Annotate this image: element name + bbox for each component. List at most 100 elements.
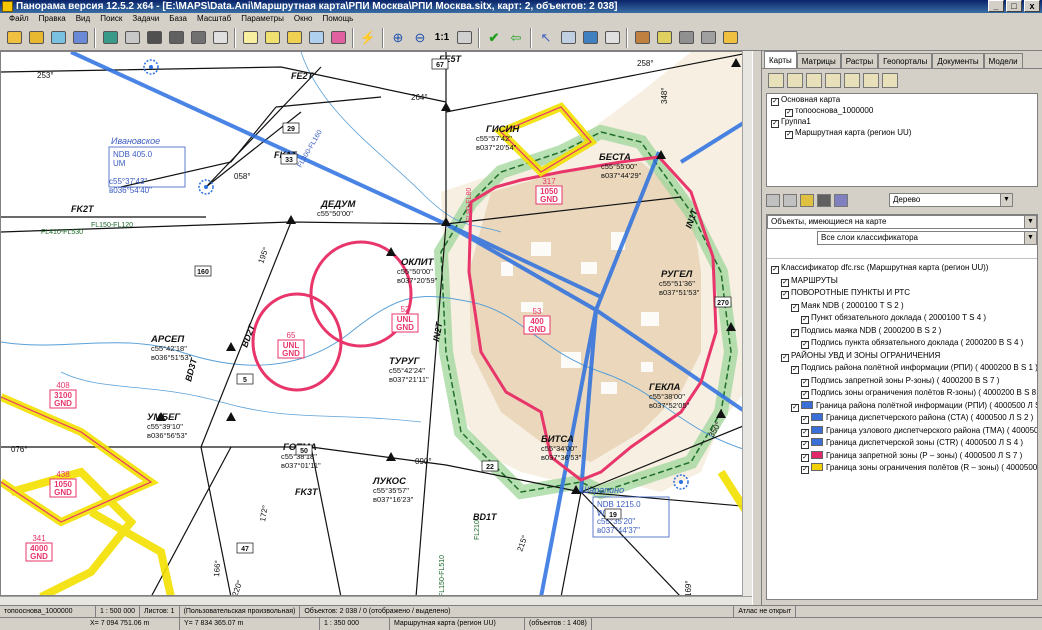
tree-checkbox[interactable]: ✓ bbox=[801, 378, 809, 387]
tab-documents[interactable]: Документы bbox=[932, 53, 984, 68]
list-icon[interactable] bbox=[210, 28, 230, 48]
edit-map-icon[interactable] bbox=[4, 28, 24, 48]
tree-row[interactable]: ✓ Граница запретной зоны (Р – зоны) ( 400… bbox=[767, 450, 1037, 463]
view-mode-select[interactable]: Дерево ▼ bbox=[889, 193, 1013, 207]
tree-row[interactable]: ✓ Граница района полётной информации (РПИ… bbox=[767, 400, 1037, 413]
layer-row[interactable]: ✓ Группа1 bbox=[767, 116, 1037, 128]
filter-icon[interactable] bbox=[766, 193, 780, 207]
menu-search[interactable]: Поиск bbox=[95, 13, 127, 25]
search-object-icon[interactable] bbox=[188, 28, 208, 48]
tree-checkbox[interactable]: ✓ bbox=[801, 316, 809, 324]
object-icon[interactable] bbox=[306, 28, 326, 48]
tools-icon[interactable] bbox=[632, 28, 652, 48]
map-vertical-scrollbar[interactable] bbox=[742, 51, 752, 596]
move-down-icon[interactable] bbox=[863, 72, 879, 88]
tree-checkbox[interactable]: ✓ bbox=[801, 428, 809, 437]
confirm-icon[interactable]: ✔ bbox=[484, 28, 504, 48]
zoom-fit-icon[interactable] bbox=[454, 28, 474, 48]
tree-row[interactable]: ✓ МАРШРУТЫ bbox=[767, 275, 1037, 288]
tree-row[interactable]: ✓ Пункт обязательного доклада ( 2000100 Т… bbox=[767, 312, 1037, 325]
menu-base[interactable]: База bbox=[164, 13, 192, 25]
tree-checkbox[interactable]: ✓ bbox=[801, 441, 809, 449]
close-button[interactable]: x bbox=[1024, 0, 1040, 12]
tree-checkbox[interactable]: ✓ bbox=[801, 341, 809, 349]
tree-checkbox[interactable]: ✓ bbox=[801, 391, 809, 399]
tab-maps[interactable]: Карты bbox=[764, 51, 797, 68]
color-icon[interactable] bbox=[328, 28, 348, 48]
map-horizontal-scrollbar[interactable] bbox=[0, 596, 752, 605]
layer-checkbox[interactable]: ✓ bbox=[785, 131, 793, 139]
pen-icon[interactable] bbox=[720, 28, 740, 48]
group-icon[interactable] bbox=[825, 72, 841, 88]
tree-checkbox[interactable]: ✓ bbox=[801, 453, 809, 462]
open-map-icon[interactable] bbox=[48, 28, 68, 48]
measure-icon[interactable] bbox=[558, 28, 578, 48]
zoom-in-icon[interactable]: ⊕ bbox=[388, 28, 408, 48]
menu-scale[interactable]: Масштаб bbox=[192, 13, 236, 25]
screen-icon[interactable] bbox=[580, 28, 600, 48]
binoculars-icon[interactable] bbox=[144, 28, 164, 48]
point-icon[interactable] bbox=[284, 28, 304, 48]
menu-file[interactable]: Файл bbox=[4, 13, 34, 25]
tree-row[interactable]: ✓ Подпись района полётной информации (РПИ… bbox=[767, 362, 1037, 375]
menu-window[interactable]: Окно bbox=[289, 13, 318, 25]
tab-rasters[interactable]: Растры bbox=[840, 53, 879, 68]
tab-models[interactable]: Модели bbox=[983, 53, 1023, 68]
bus-icon[interactable] bbox=[698, 28, 718, 48]
tree-checkbox[interactable]: ✓ bbox=[791, 328, 799, 337]
close-map-icon[interactable] bbox=[882, 72, 898, 88]
tab-geoportals[interactable]: Геопорталы bbox=[878, 53, 933, 68]
map-properties-icon[interactable] bbox=[806, 72, 822, 88]
tree-checkbox[interactable]: ✓ bbox=[791, 366, 799, 374]
tree-row[interactable]: ✓ Граница зоны ограничения полётов (R – з… bbox=[767, 462, 1037, 475]
route-map-canvas[interactable]: ГИСИНс55°57'42"в037°20'54"БЕСТАс55°55'00… bbox=[1, 52, 752, 596]
menu-edit[interactable]: Правка bbox=[34, 13, 71, 25]
location-icon[interactable] bbox=[654, 28, 674, 48]
tree-checkbox[interactable]: ✓ bbox=[801, 466, 809, 474]
map-list-icon[interactable] bbox=[768, 72, 784, 88]
style-icon[interactable] bbox=[834, 193, 848, 207]
tree-row[interactable]: ✓ Граница диспетчерского района (СТА) ( 4… bbox=[767, 412, 1037, 425]
tree-checkbox[interactable]: ✓ bbox=[781, 278, 789, 287]
tree-row[interactable]: ✓ Подпись маяка NDB ( 2000200 В S 2 ) bbox=[767, 325, 1037, 338]
tree-row[interactable]: ✓ Классификатор dfc.rsc (Маршрутная карта… bbox=[767, 262, 1037, 275]
save-icon[interactable] bbox=[70, 28, 90, 48]
cut-icon[interactable] bbox=[783, 193, 797, 207]
layers-select[interactable]: Все слои классификатора ▼ bbox=[817, 231, 1037, 245]
tree-row[interactable]: ✓ Подпись запретной зоны P-зоны) ( 400020… bbox=[767, 375, 1037, 388]
tree-checkbox[interactable]: ✓ bbox=[801, 416, 809, 424]
tree-row[interactable]: ✓ Подпись зоны ограничения полётов R-зоны… bbox=[767, 387, 1037, 400]
map-view[interactable]: ГИСИН с55°57'42" в037°20'54" БЕСТА с55°55'00… bbox=[0, 51, 752, 596]
lightning-icon[interactable]: ⚡ bbox=[358, 28, 378, 48]
open-folder-icon[interactable] bbox=[26, 28, 46, 48]
expand-icon[interactable] bbox=[800, 193, 814, 207]
tree-row[interactable]: ✓ ПОВОРОТНЫЕ ПУНКТЫ И РТС bbox=[767, 287, 1037, 300]
print-icon[interactable] bbox=[122, 28, 142, 48]
tree-checkbox[interactable]: ✓ bbox=[781, 291, 789, 299]
menu-tasks[interactable]: Задачи bbox=[127, 13, 164, 25]
minimize-button[interactable]: _ bbox=[988, 0, 1004, 12]
legend-icon[interactable] bbox=[817, 193, 831, 207]
tree-row[interactable]: ✓ Подпись пункта обязательного доклада ( … bbox=[767, 337, 1037, 350]
table-icon[interactable] bbox=[602, 28, 622, 48]
menu-view[interactable]: Вид bbox=[71, 13, 95, 25]
back-icon[interactable]: ⇦ bbox=[506, 28, 526, 48]
layer-row[interactable]: ✓ Маршрутная карта (регион UU) bbox=[767, 127, 1037, 139]
tree-row[interactable]: ✓ Маяк NDB ( 2000100 Т S 2 ) bbox=[767, 300, 1037, 313]
select-icon[interactable] bbox=[240, 28, 260, 48]
zoom-out-icon[interactable]: ⊖ bbox=[410, 28, 430, 48]
layer-row[interactable]: ✓ Основная карта bbox=[767, 94, 1037, 106]
info-icon[interactable] bbox=[262, 28, 282, 48]
zoom-one-to-one-button[interactable]: 1:1 bbox=[432, 28, 452, 48]
objects-select[interactable]: Объекты, имеющиеся на карте ▼ bbox=[767, 215, 1037, 229]
menu-help[interactable]: Помощь bbox=[317, 13, 358, 25]
tree-row[interactable]: ✓ Граница узлового диспетчерского района … bbox=[767, 425, 1037, 438]
add-map-icon[interactable] bbox=[787, 72, 803, 88]
train-icon[interactable] bbox=[676, 28, 696, 48]
tab-matrices[interactable]: Матрицы bbox=[796, 53, 841, 68]
tree-checkbox[interactable]: ✓ bbox=[791, 303, 799, 312]
maximize-button[interactable]: □ bbox=[1006, 0, 1022, 12]
layers-icon[interactable] bbox=[100, 28, 120, 48]
tree-checkbox[interactable]: ✓ bbox=[771, 266, 779, 274]
tree-checkbox[interactable]: ✓ bbox=[791, 403, 799, 412]
